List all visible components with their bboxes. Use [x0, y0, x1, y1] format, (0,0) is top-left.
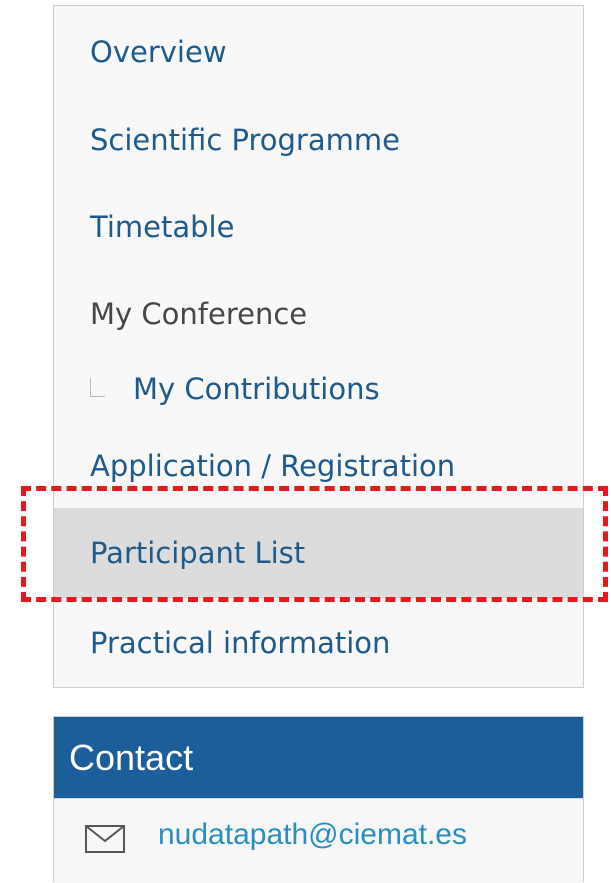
menu-item-application-registration[interactable]: Application / Registration — [54, 449, 583, 483]
menu-item-overview[interactable]: Overview — [54, 35, 583, 69]
menu-item-my-contributions-label: My Contributions — [133, 372, 380, 406]
menu-item-my-contributions[interactable]: My Contributions — [54, 372, 583, 406]
menu-item-practical-information[interactable]: Practical information — [54, 626, 583, 660]
contact-email-link[interactable]: nudatapath@ciemat.es — [158, 818, 467, 852]
highlight-annotation — [21, 486, 608, 602]
contact-panel: Contact nudatapath@ciemat.es — [53, 716, 584, 883]
contact-header: Contact — [54, 717, 583, 798]
mail-icon — [85, 825, 125, 853]
menu-item-my-conference: My Conference — [90, 297, 308, 331]
menu-item-timetable[interactable]: Timetable — [54, 210, 583, 244]
menu-item-scientific-programme[interactable]: Scientific Programme — [54, 123, 583, 157]
tree-branch-icon — [90, 378, 105, 397]
contact-email-row: nudatapath@ciemat.es — [54, 798, 583, 883]
